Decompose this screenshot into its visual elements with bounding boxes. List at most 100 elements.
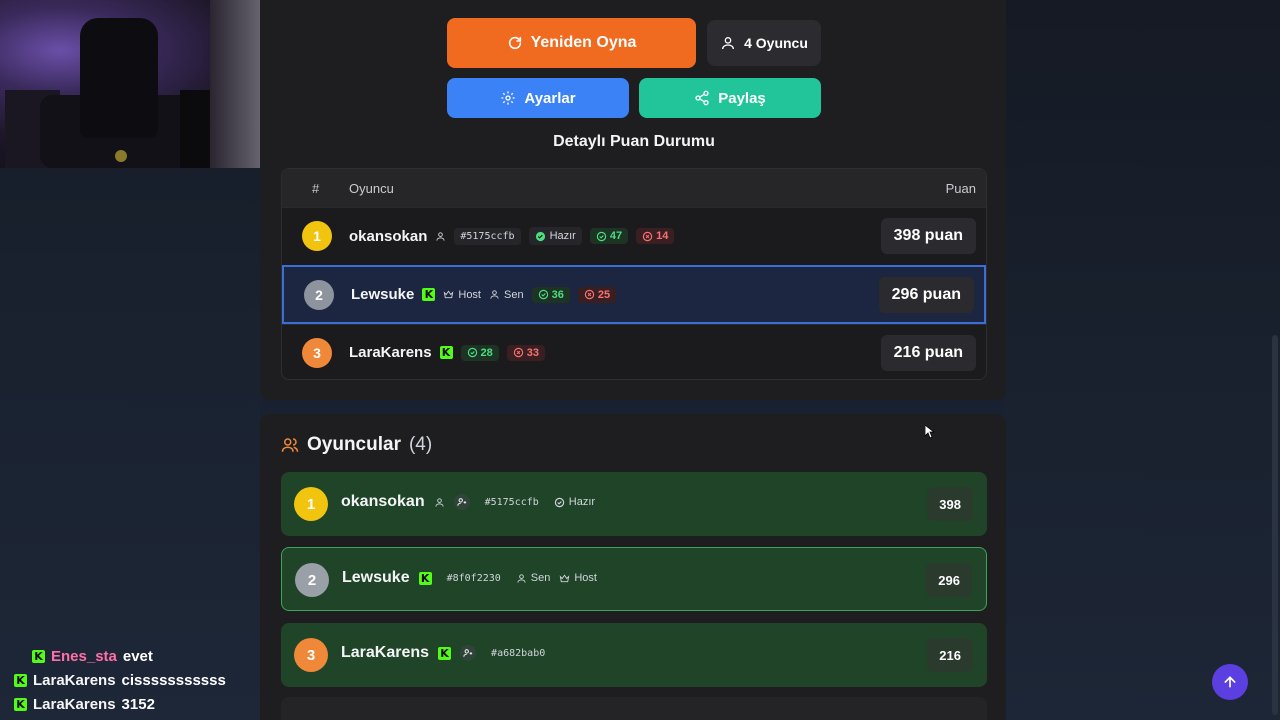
ready-label: Hazır (568, 496, 596, 508)
table-row-current-player[interactable]: 2 Lewsuke K Host Sen 36 25 296 puan (282, 265, 986, 324)
mouse-cursor-icon (925, 425, 935, 439)
player-card-partial[interactable] (281, 697, 987, 720)
rank-badge: 3 (302, 338, 332, 368)
chat-text: cisssssssssss (121, 671, 226, 689)
crown-icon (560, 574, 570, 582)
wrong-count: 33 (506, 344, 546, 361)
user-icon (434, 497, 444, 507)
x-circle-icon (513, 347, 523, 358)
check-circle-icon (596, 231, 607, 241)
players-title-text: Oyuncular (307, 434, 401, 455)
you-badge: Sen (489, 289, 524, 301)
scroll-to-top-button[interactable] (1212, 664, 1248, 700)
table-row[interactable]: 3 LaraKarens K 28 33 216 puan (282, 324, 986, 379)
page-scrollbar[interactable] (1272, 335, 1278, 715)
users-icon (281, 438, 299, 452)
chat-text: 3152 (121, 695, 155, 713)
player-name-cell: LaraKarens K 28 33 (349, 344, 546, 361)
player-card-info: Lewsuke K #8f0f2230 Sen Host (342, 569, 597, 587)
wrong-value: 25 (597, 288, 611, 301)
players-section-title: Oyuncular (4) (281, 434, 432, 456)
kick-icon: K (418, 571, 432, 585)
ready-label: Hazır (549, 230, 576, 242)
host-badge: Host (443, 289, 481, 301)
chat-username: Enes_sta (51, 647, 117, 665)
host-badge: Host (559, 572, 597, 584)
rank-badge: 3 (294, 638, 328, 672)
check-circle-icon (554, 497, 564, 507)
column-player: Oyuncu (349, 180, 394, 196)
replay-button-label: Yeniden Oyna (530, 34, 637, 51)
share-button-label: Paylaş (718, 89, 766, 107)
score-value: 216 puan (880, 335, 976, 371)
settings-button-label: Ayarlar (524, 89, 576, 107)
webcam-lamp (115, 150, 127, 162)
you-label: Sen (530, 572, 551, 584)
kick-icon: K (14, 697, 27, 711)
player-id: #5175ccfb (454, 227, 521, 245)
correct-value: 36 (551, 288, 564, 301)
player-card[interactable]: 1 okansokan #5175ccfb Hazır 398 (281, 472, 987, 536)
ready-badge: Hazır (528, 227, 582, 245)
rank-badge: 1 (294, 487, 328, 521)
player-score: 398 (927, 487, 973, 521)
column-rank: # (312, 180, 320, 196)
crown-icon (444, 290, 454, 299)
player-card-info: LaraKarens K #a682bab0 (341, 644, 551, 662)
player-card-info: okansokan #5175ccfb Hazır (341, 493, 595, 511)
player-card-current[interactable]: 2 Lewsuke K #8f0f2230 Sen Host 296 (281, 547, 987, 611)
rank-badge: 1 (302, 221, 332, 251)
kick-icon: K (439, 346, 453, 359)
share-button[interactable]: Paylaş (639, 78, 821, 118)
score-section-title: Detaylı Puan Durumu (553, 133, 715, 150)
player-id: #5175ccfb (484, 496, 539, 508)
player-id: #8f0f2230 (446, 572, 501, 584)
wrong-value: 33 (526, 346, 540, 359)
rank-badge: 2 (295, 563, 329, 597)
score-table-header: # Oyuncu Puan (282, 169, 986, 207)
player-name: LaraKarens (349, 344, 432, 361)
host-label: Host (458, 288, 481, 301)
correct-count: 28 (460, 344, 499, 361)
players-count: (4) (408, 434, 433, 455)
score-value: 296 puan (878, 277, 974, 313)
chat-message: K Enes_sta evet (32, 644, 226, 668)
correct-count: 36 (531, 286, 570, 303)
check-circle-icon (467, 347, 477, 358)
x-circle-icon (584, 289, 595, 300)
you-badge: Sen (516, 572, 551, 584)
correct-value: 47 (609, 230, 623, 242)
player-name: LaraKarens (341, 644, 430, 661)
share-icon (695, 90, 709, 106)
wrong-value: 14 (656, 230, 669, 242)
chat-text: evet (122, 647, 153, 665)
table-row[interactable]: 1 okansokan #5175ccfb Hazır 47 14 398 pu… (282, 207, 986, 265)
kick-icon: K (438, 646, 452, 660)
user-icon (722, 37, 735, 50)
settings-button[interactable]: Ayarlar (447, 78, 629, 118)
column-score: Puan (945, 180, 976, 196)
add-friend-icon[interactable] (453, 494, 470, 510)
rank-badge: 2 (304, 280, 334, 310)
score-table: # Oyuncu Puan 1 okansokan #5175ccfb Hazı… (281, 168, 987, 380)
player-name-cell: Lewsuke K Host Sen 36 25 (351, 286, 617, 303)
webcam-overlay (0, 0, 300, 168)
wrong-count: 25 (577, 286, 617, 303)
add-friend-icon[interactable] (460, 645, 477, 661)
correct-count: 47 (589, 228, 629, 244)
chat-username: LaraKarens (33, 671, 116, 689)
wrong-count: 14 (636, 228, 675, 244)
player-name: okansokan (341, 493, 425, 510)
replay-button[interactable]: Yeniden Oyna (447, 18, 696, 68)
player-name: Lewsuke (342, 569, 410, 586)
player-count-button[interactable]: 4 Oyuncu (707, 20, 821, 66)
right-background (1006, 0, 1280, 720)
player-score: 216 (927, 638, 973, 672)
chat-username: LaraKarens (33, 695, 116, 713)
player-count-label: 4 Oyuncu (744, 35, 808, 51)
player-id: #a682bab0 (491, 647, 546, 659)
refresh-icon (508, 36, 521, 50)
player-score: 296 (926, 563, 972, 597)
ready-badge: Hazır (554, 496, 595, 508)
player-card[interactable]: 3 LaraKarens K #a682bab0 216 (281, 623, 987, 687)
